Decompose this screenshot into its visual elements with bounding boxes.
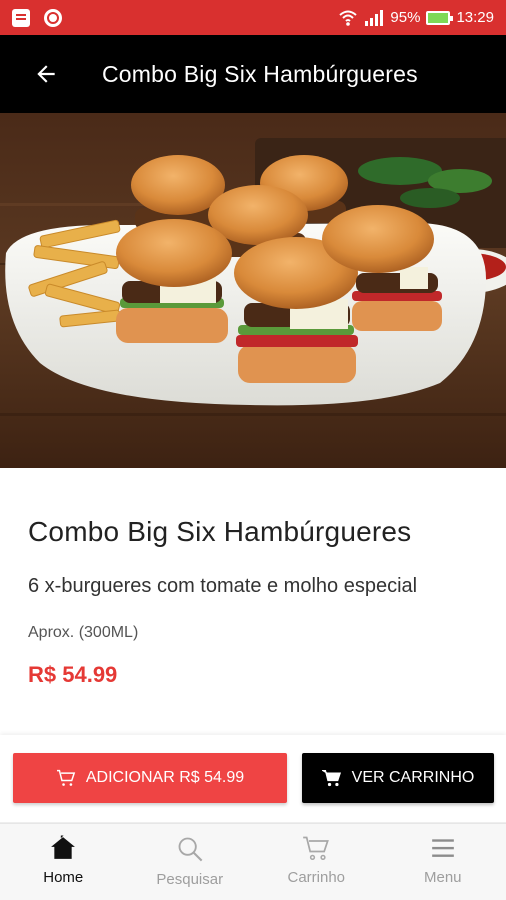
nav-item-cart[interactable]: Carrinho [253, 824, 380, 900]
nav-item-home[interactable]: Home [0, 824, 127, 900]
app-bar: Combo Big Six Hambúrgueres [0, 35, 506, 113]
signal-icon [365, 9, 384, 26]
page-title: Combo Big Six Hambúrgueres [102, 60, 418, 87]
view-cart-button[interactable]: VER CARRINHO [302, 753, 494, 803]
battery-percent: 95% [390, 9, 421, 26]
nav-label-menu: Menu [423, 869, 462, 886]
notification-app-icon [44, 8, 62, 27]
home-icon [51, 835, 76, 859]
view-cart-label: VER CARRINHO [351, 769, 475, 786]
wifi-icon [339, 10, 358, 26]
cart-icon [321, 770, 341, 787]
arrow-left-icon [37, 65, 55, 83]
product-description: 6 x-burgueres com tomate e molho especia… [28, 575, 418, 597]
nav-label-home: Home [43, 869, 84, 886]
add-to-cart-button[interactable]: ADICIONAR R$ 54.99 [13, 753, 287, 803]
product-price: R$ 54.99 [28, 662, 118, 687]
product-details: Combo Big Six Hambúrgueres 6 x-burgueres… [28, 516, 488, 688]
nav-label-cart: Carrinho [287, 869, 346, 886]
bottom-nav: Home Pesquisar Carrinho Menu [0, 823, 506, 900]
notification-message-icon [12, 8, 30, 27]
battery-icon [426, 10, 454, 25]
search-icon [178, 837, 203, 862]
clock: 13:29 [456, 9, 494, 26]
menu-icon [431, 839, 454, 857]
nav-item-search[interactable]: Pesquisar [127, 824, 254, 900]
product-size: Aprox. (300ML) [28, 624, 139, 641]
nav-item-menu[interactable]: Menu [380, 824, 506, 900]
back-button[interactable] [0, 35, 92, 113]
product-image [0, 113, 506, 468]
nav-label-search: Pesquisar [156, 871, 224, 888]
cart-icon [303, 836, 330, 860]
add-to-cart-label: ADICIONAR R$ 54.99 [85, 769, 245, 786]
action-bar: ADICIONAR R$ 54.99 VER CARRINHO [0, 735, 506, 823]
product-title: Combo Big Six Hambúrgueres [28, 516, 412, 547]
status-bar: 95% 13:29 [0, 0, 506, 35]
cart-icon [56, 769, 76, 786]
